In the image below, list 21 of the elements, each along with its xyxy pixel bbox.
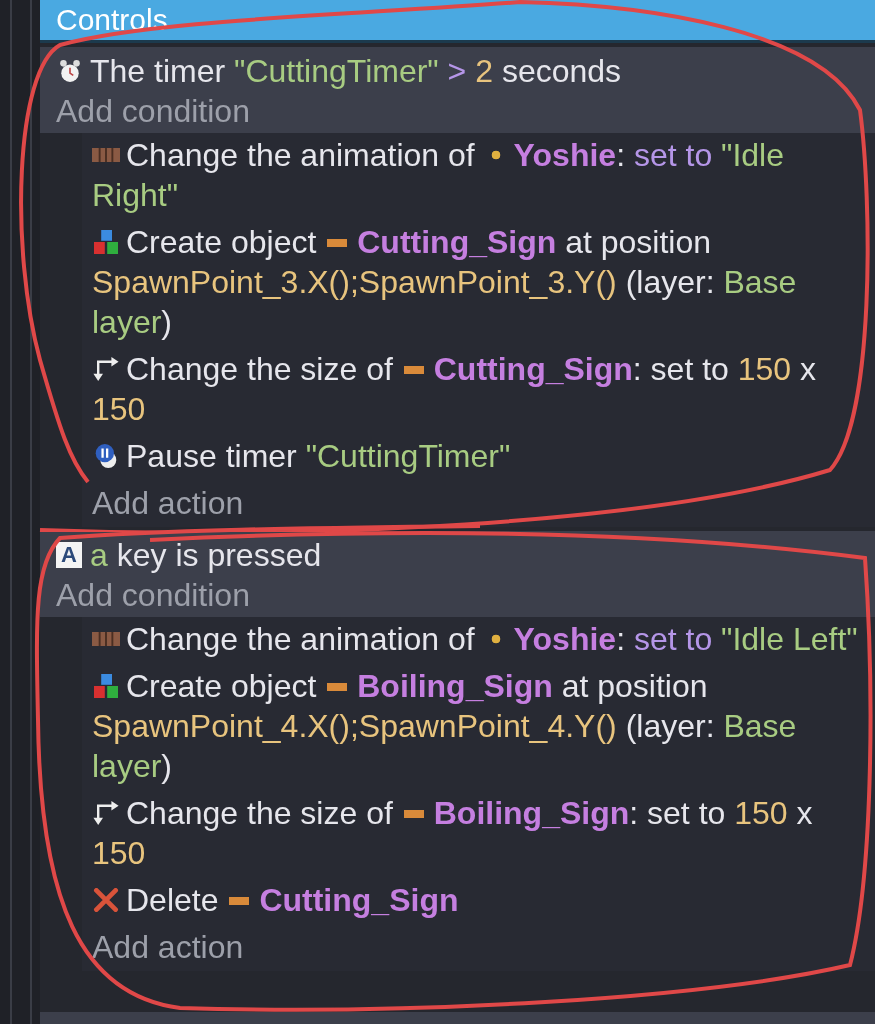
action-text[interactable]: Change the animation of Yoshie: set to "Idle Left": [92, 619, 865, 659]
add-condition-link[interactable]: Add condition: [56, 91, 250, 131]
delete-cross-icon: [92, 888, 120, 912]
collapsed-event-bar[interactable]: [40, 1012, 875, 1024]
condition-text[interactable]: a key is pressed: [90, 535, 322, 575]
condition-text[interactable]: The timer "CuttingTimer" > 2 seconds: [90, 51, 622, 91]
resize-arrows-icon: [92, 801, 120, 825]
action-text[interactable]: Create object Boiling_Sign at position SpawnPoint_4.X();SpawnPoint_4.Y() (layer: Base layer): [92, 666, 865, 786]
action-text[interactable]: Create object Cutting_Sign at position SpawnPoint_3.X();SpawnPoint_3.Y() (layer: Base layer): [92, 222, 865, 342]
action-text[interactable]: Change the animation of Yoshie: set to "Idle Right": [92, 135, 865, 215]
add-condition-link[interactable]: Add condition: [56, 575, 250, 615]
action-text[interactable]: Pause timer "CuttingTimer": [92, 436, 865, 476]
cubes-icon: [92, 230, 120, 254]
action-text[interactable]: Change the size of Cutting_Sign: set to 150 x 150: [92, 349, 865, 429]
resize-arrows-icon: [92, 357, 120, 381]
action-text[interactable]: Change the size of Boiling_Sign: set to 150 x 150: [92, 793, 865, 873]
add-action-link[interactable]: Add action: [92, 927, 244, 967]
action-text[interactable]: Delete Cutting_Sign: [92, 880, 865, 920]
cubes-icon: [92, 674, 120, 698]
key-icon: A: [56, 542, 82, 568]
add-action-link[interactable]: Add action: [92, 483, 244, 523]
